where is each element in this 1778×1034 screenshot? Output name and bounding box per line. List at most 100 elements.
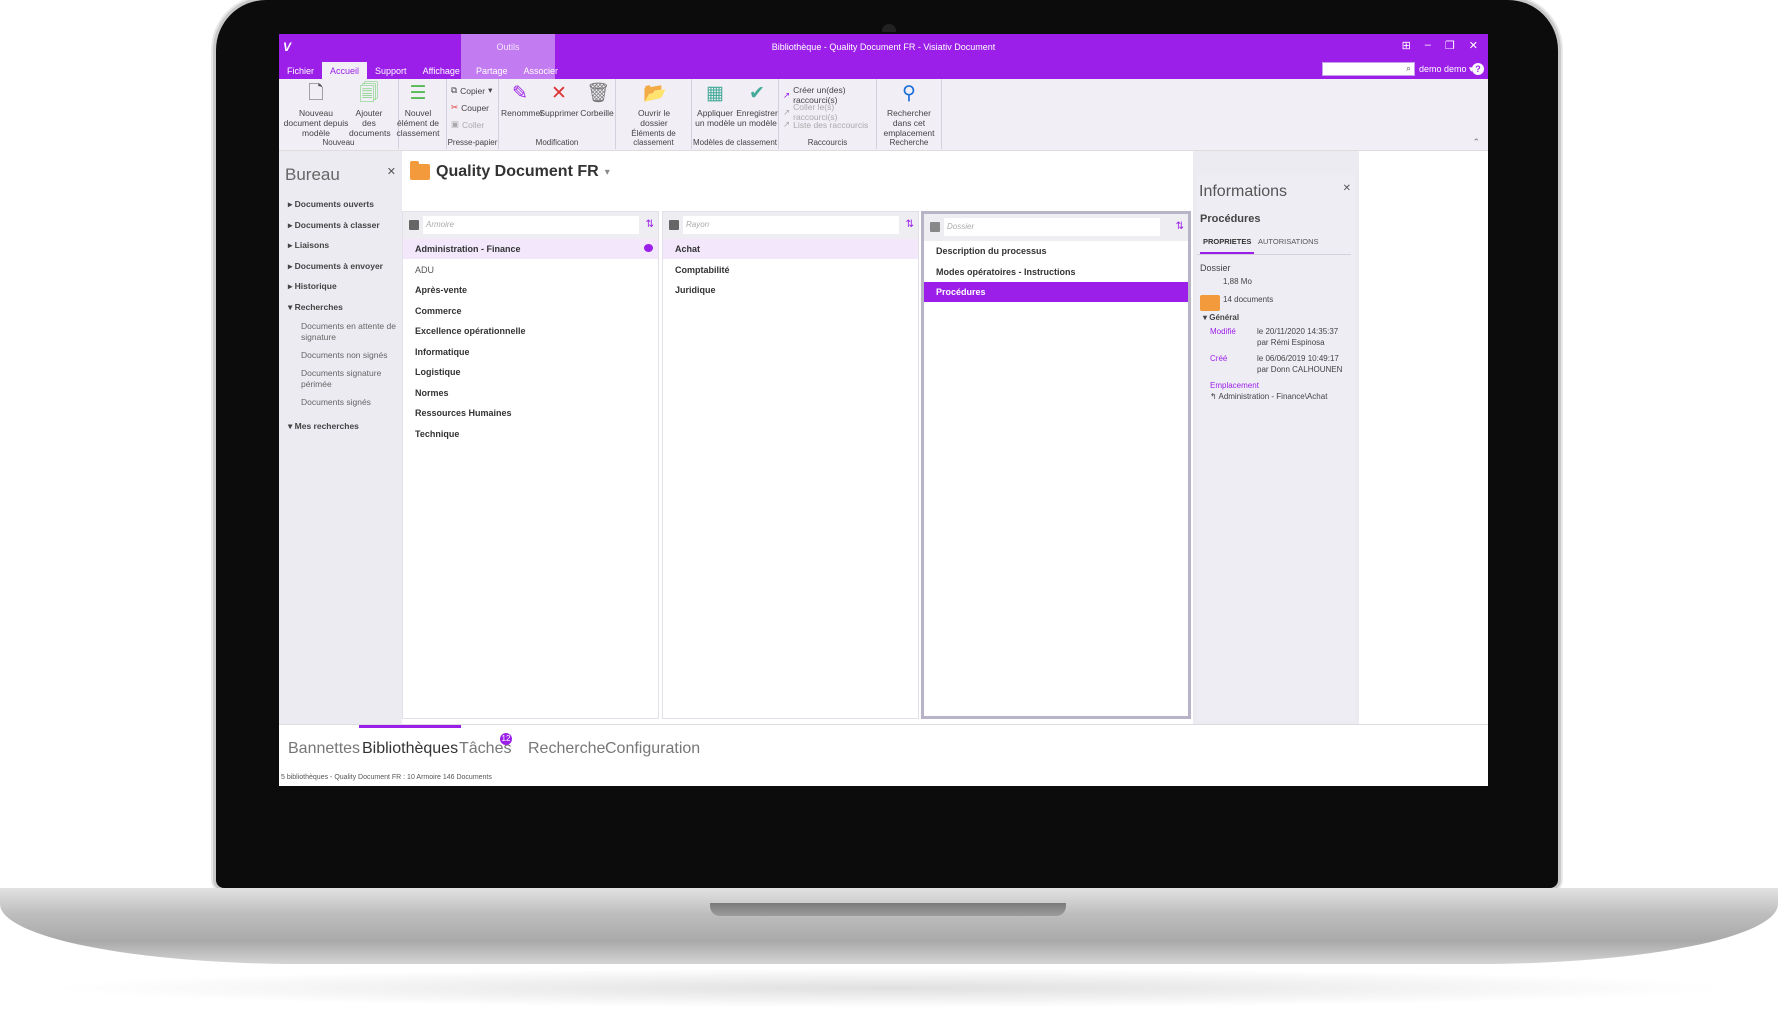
tab-fichier[interactable]: Fichier [279,62,322,79]
tab-proprietes[interactable]: PROPRIETES [1200,237,1255,255]
cabinet-icon [409,220,419,230]
trash-button[interactable]: 🗑 Corbeille [579,83,615,118]
tab-recherche[interactable]: Recherche [525,734,608,764]
list-item[interactable]: ADU [403,260,658,280]
section-general[interactable]: ▾ Général [1203,313,1239,322]
list-item[interactable]: Administration - Finance [403,239,658,259]
list-item[interactable]: Juridique [663,280,918,300]
list-item[interactable]: Achat [663,239,918,259]
column-armoire: Armoire ⇅ Administration - Finance ADU A… [402,211,659,719]
list-item[interactable]: Normes [403,383,658,403]
search-signature-expired[interactable]: Documents signature périmée [301,368,397,390]
list-item[interactable]: Technique [403,424,658,444]
location-label: Emplacement [1210,381,1259,390]
section-label: Général [1209,313,1240,322]
shelf-icon [669,220,679,230]
list-item[interactable]: Description du processus [924,241,1188,261]
tab-affichage[interactable]: Affichage [415,62,468,79]
tab-support[interactable]: Support [367,62,415,79]
tab-bibliotheques[interactable]: Bibliothèques [359,725,462,764]
minimize-button[interactable]: – [1425,39,1431,52]
folder-icon [1200,295,1220,311]
group-label: Raccourcis [807,138,848,147]
bureau-item-liaisons[interactable]: ▸ Liaisons [288,240,329,251]
bureau-item-historique[interactable]: ▸ Historique [288,281,337,292]
copy-button[interactable]: ⧉ Copier ▾ [451,85,492,96]
column-dossier: Dossier ⇅ Description du processus Modes… [921,211,1191,719]
status-bar: 5 bibliothèques - Quality Document FR : … [279,770,1488,786]
delete-button[interactable]: ✕ Supprimer [539,83,579,118]
search-pending-signature[interactable]: Documents en attente de signature [301,321,397,343]
list-item[interactable]: Modes opératoires - Instructions [924,262,1188,282]
bureau-item-recherches[interactable]: ▾ Recherches [288,302,343,313]
tab-partage[interactable]: Partage [468,62,516,79]
list-item-selected[interactable]: Procédures [924,282,1188,302]
apply-template-button[interactable]: ▦ Appliquer un modèle [694,83,736,128]
paste-button[interactable]: ▣ Coller [451,119,484,130]
restore-layout-icon[interactable]: ⊞ [1402,39,1411,52]
close-icon[interactable]: ✕ [1343,183,1351,194]
cut-button[interactable]: ✂ Couper [451,102,489,113]
folder-icon [410,161,430,180]
rayon-filter-input[interactable]: Rayon [683,216,899,234]
armoire-filter-input[interactable]: Armoire [423,216,639,234]
list-item[interactable]: Ressources Humaines [403,403,658,423]
button-label: Ouvrir le dossier [637,108,671,128]
help-icon[interactable]: ? [1472,63,1484,75]
maximize-button[interactable]: ❐ [1445,39,1455,52]
list-item[interactable]: Comptabilité [663,260,918,280]
shortcut-list-button[interactable]: ↗ Liste des raccourcis [783,119,868,130]
user-menu[interactable]: demo demo ▾ [1419,64,1474,75]
tab-accueil[interactable]: Accueil [322,62,368,79]
group-label: Modification [535,138,579,147]
item-label: Documents à envoyer [294,261,383,271]
open-folder-button[interactable]: 📂 Ouvrir le dossier [630,83,678,128]
bureau-item-mes-recherches[interactable]: ▾ Mes recherches [288,421,359,432]
list-item[interactable]: Commerce [403,301,658,321]
list-item[interactable]: Logistique [403,362,658,382]
dossier-filter-input[interactable]: Dossier [944,218,1160,236]
column-header: Armoire ⇅ [403,212,658,239]
magnifier-icon: ⚲ [902,83,916,104]
close-icon[interactable]: ✕ [387,165,396,178]
location-link[interactable]: ↰ Administration - Finance\Achat [1210,392,1327,401]
library-selector[interactable]: Quality Document FR ▾ [410,161,610,181]
bureau-item-documents-a-envoyer[interactable]: ▸ Documents à envoyer [288,261,383,272]
bureau-item-documents-a-classer[interactable]: ▸ Documents à classer [288,220,380,231]
search-here-button[interactable]: ⚲ Rechercher dans cet emplacement [879,83,939,138]
group-label: Éléments de classement [631,129,676,147]
modified-date: le 20/11/2020 14:35:37 [1257,327,1339,336]
window-title: Bibliothèque - Quality Document FR - Vis… [771,42,996,52]
sort-icon[interactable]: ⇅ [1176,221,1184,232]
search-signed[interactable]: Documents signés [301,397,397,408]
tab-associer[interactable]: Associer [515,62,566,79]
bureau-item-documents-ouverts[interactable]: ▸ Documents ouverts [288,199,374,210]
created-date: le 06/06/2019 10:49:17 [1257,354,1339,363]
close-window-button[interactable]: ✕ [1469,39,1478,52]
list-item[interactable]: Informatique [403,342,658,362]
add-documents-button[interactable]: 🗐 Ajouter des documents [349,83,391,138]
paste-icon: ▣ [451,119,460,129]
sort-icon[interactable]: ⇅ [646,219,654,230]
button-label: Ajouter des documents [349,108,391,138]
global-search-input[interactable]: ⌕ [1322,62,1415,76]
button-label: Renommer [501,108,544,118]
tab-bannettes[interactable]: Bannettes [285,734,363,764]
save-template-button[interactable]: ✔ Enregistrer un modèle [736,83,778,128]
divider [1197,254,1351,255]
group-label: Presse-papier [447,138,498,147]
sort-icon[interactable]: ⇅ [906,219,914,230]
shortcut-icon: ↗ [783,89,791,100]
user-name: demo demo [1419,64,1467,74]
info-title: Informations [1199,183,1288,200]
tab-configuration[interactable]: Configuration [602,734,703,764]
new-document-from-template-button[interactable]: 🗋 Nouveau document depuis modèle [283,83,349,138]
collapse-ribbon-icon[interactable]: ⌃ [1472,137,1480,148]
group-label: Recherche [889,138,929,147]
rename-button[interactable]: ✎ Renommer [501,83,543,118]
tab-autorisations[interactable]: AUTORISATIONS [1255,237,1322,252]
new-classification-element-button[interactable]: ☰ Nouvel élément de classement [392,83,444,138]
search-not-signed[interactable]: Documents non signés [301,350,397,361]
list-item[interactable]: Après-vente [403,280,658,300]
list-item[interactable]: Excellence opérationnelle [403,321,658,341]
